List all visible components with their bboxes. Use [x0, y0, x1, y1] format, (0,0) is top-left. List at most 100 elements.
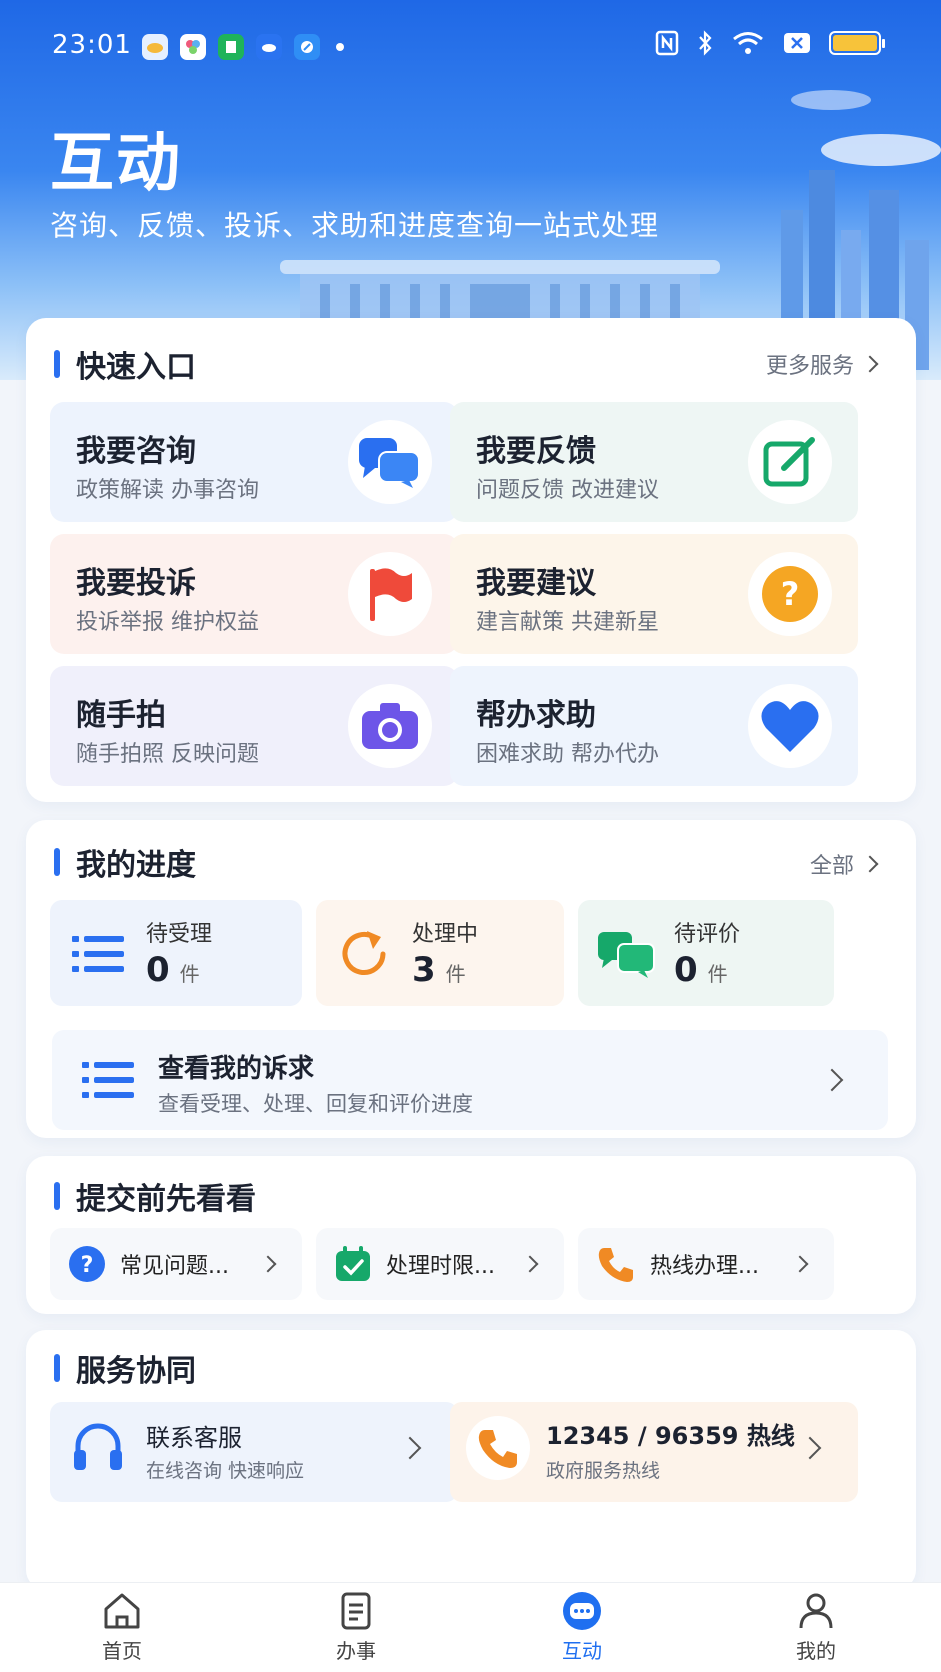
svg-text:?: ?: [781, 575, 800, 613]
tile-title: 随手拍: [76, 698, 166, 733]
more-services-link[interactable]: 更多服务: [765, 348, 879, 380]
count-value: 0: [674, 950, 698, 990]
quick-entry-card: 快速入口 更多服务 我要咨询 政策解读 办事咨询 我要反馈 问题反馈 改进建议 …: [26, 318, 916, 802]
photos-app-icon: [180, 34, 206, 60]
user-icon: [799, 1593, 833, 1629]
sim-off-icon: [784, 33, 810, 53]
tile-subtitle: 政策解读 办事咨询: [76, 478, 259, 503]
count-value: 3: [412, 950, 436, 990]
tile-title: 我要建议: [476, 566, 596, 601]
calendar-check-icon: [336, 1246, 370, 1281]
quick-consult[interactable]: 我要咨询 政策解读 办事咨询: [50, 402, 458, 522]
browser-app-icon: [294, 34, 320, 60]
bluetooth-icon: [699, 30, 712, 56]
quick-snapshot[interactable]: 随手拍 随手拍照 反映问题: [50, 666, 458, 786]
service-title: 12345 / 96359 热线: [546, 1422, 795, 1450]
count-value: 0: [146, 950, 170, 990]
battery-icon: [829, 31, 885, 55]
progress-label: 处理中: [412, 922, 479, 947]
chevron-right-icon: [798, 1436, 822, 1460]
chevron-right-icon: [259, 1255, 277, 1273]
hotline-link[interactable]: 热线办理...: [578, 1228, 834, 1300]
tile-subtitle: 问题反馈 改进建议: [476, 478, 659, 503]
progress-count: 0件: [146, 950, 200, 990]
page-subtitle: 咨询、反馈、投诉、求助和进度查询一站式处理: [50, 209, 660, 242]
tile-title: 我要投诉: [76, 566, 196, 601]
contact-service[interactable]: 联系客服 在线咨询 快速响应: [50, 1402, 458, 1502]
document-icon: [341, 1592, 371, 1630]
list-icon: [82, 1060, 134, 1104]
view-my-requests[interactable]: 查看我的诉求 查看受理、处理、回复和评价进度: [52, 1030, 888, 1130]
chat-bubbles-icon: [596, 926, 656, 982]
count-unit: 件: [707, 962, 728, 986]
count-unit: 件: [445, 962, 466, 986]
quick-feedback[interactable]: 我要反馈 问题反馈 改进建议: [450, 402, 858, 522]
phone-icon: [598, 1248, 633, 1282]
progress-to-evaluate[interactable]: 待评价 0件: [578, 900, 834, 1006]
service-subtitle: 在线咨询 快速响应: [146, 1460, 305, 1482]
faq-label: 常见问题...: [120, 1254, 229, 1279]
hotline-label: 热线办理...: [650, 1254, 759, 1279]
chevron-right-icon: [820, 1068, 844, 1092]
tile-title: 我要反馈: [476, 434, 596, 469]
notification-icons: [142, 34, 344, 60]
more-notifications-dot: [336, 43, 344, 51]
before-submit-card: 提交前先看看 ? 常见问题... 处理时限... 热线办理...: [26, 1156, 916, 1314]
progress-count: 3件: [412, 950, 466, 990]
tab-profile[interactable]: 我的: [756, 1591, 876, 1664]
more-services-label: 更多服务: [765, 354, 854, 379]
system-icons: [655, 30, 885, 56]
chevron-right-icon: [791, 1255, 809, 1273]
tab-label: 我的: [796, 1639, 836, 1663]
chevron-right-icon: [861, 855, 879, 873]
tab-label: 首页: [102, 1639, 142, 1663]
time-limit-link[interactable]: 处理时限...: [316, 1228, 564, 1300]
faq-link[interactable]: ? 常见问题...: [50, 1228, 302, 1300]
tab-home[interactable]: 首页: [62, 1591, 182, 1664]
chevron-right-icon: [861, 355, 879, 373]
progress-pending[interactable]: 待受理 0件: [50, 900, 302, 1006]
row-subtitle: 查看受理、处理、回复和评价进度: [158, 1092, 473, 1116]
camera-icon: [348, 684, 432, 768]
svg-text:?: ?: [81, 1253, 94, 1278]
chat-icon: [563, 1592, 601, 1630]
tile-title: 帮办求助: [476, 698, 596, 733]
all-progress-link[interactable]: 全部: [809, 848, 879, 880]
section-title: 服务协同: [54, 1346, 196, 1390]
page-title: 互动: [50, 127, 182, 201]
question-icon: ?: [69, 1246, 105, 1282]
quick-suggestion[interactable]: 我要建议 建言献策 共建新星 ?: [450, 534, 858, 654]
quick-help[interactable]: 帮办求助 困难求助 帮办代办: [450, 666, 858, 786]
progress-count: 0件: [674, 950, 728, 990]
hotline-service[interactable]: 12345 / 96359 热线 政府服务热线: [450, 1402, 858, 1502]
bottom-tab-bar: 首页 办事 互动 我的: [0, 1582, 941, 1672]
chevron-right-icon: [521, 1255, 539, 1273]
all-label: 全部: [809, 854, 854, 879]
progress-label: 待评价: [674, 922, 741, 947]
service-subtitle: 政府服务热线: [546, 1460, 661, 1482]
time-limit-label: 处理时限...: [386, 1254, 495, 1279]
cloud-app-icon: [256, 34, 282, 60]
heart-icon: [748, 684, 832, 768]
count-unit: 件: [179, 962, 200, 986]
list-icon: [68, 926, 128, 982]
progress-label: 待受理: [146, 922, 213, 947]
tab-services[interactable]: 办事: [296, 1591, 416, 1664]
progress-processing[interactable]: 处理中 3件: [316, 900, 564, 1006]
tile-subtitle: 随手拍照 反映问题: [76, 742, 259, 767]
tab-label: 办事: [336, 1639, 376, 1663]
quick-complaint[interactable]: 我要投诉 投诉举报 维护权益: [50, 534, 458, 654]
status-bar: 23:01: [0, 0, 941, 96]
home-icon: [104, 1593, 140, 1629]
nfc-icon: [655, 30, 679, 56]
section-title: 提交前先看看: [54, 1174, 256, 1218]
tab-interaction[interactable]: 互动: [522, 1591, 642, 1664]
sheets-app-icon: [218, 34, 244, 60]
chevron-right-icon: [398, 1436, 422, 1460]
phone-icon: [466, 1416, 530, 1480]
tile-subtitle: 投诉举报 维护权益: [76, 610, 259, 635]
tile-title: 我要咨询: [76, 434, 196, 469]
service-title: 联系客服: [146, 1424, 242, 1452]
tile-subtitle: 困难求助 帮办代办: [476, 742, 659, 767]
edit-icon: [748, 420, 832, 504]
